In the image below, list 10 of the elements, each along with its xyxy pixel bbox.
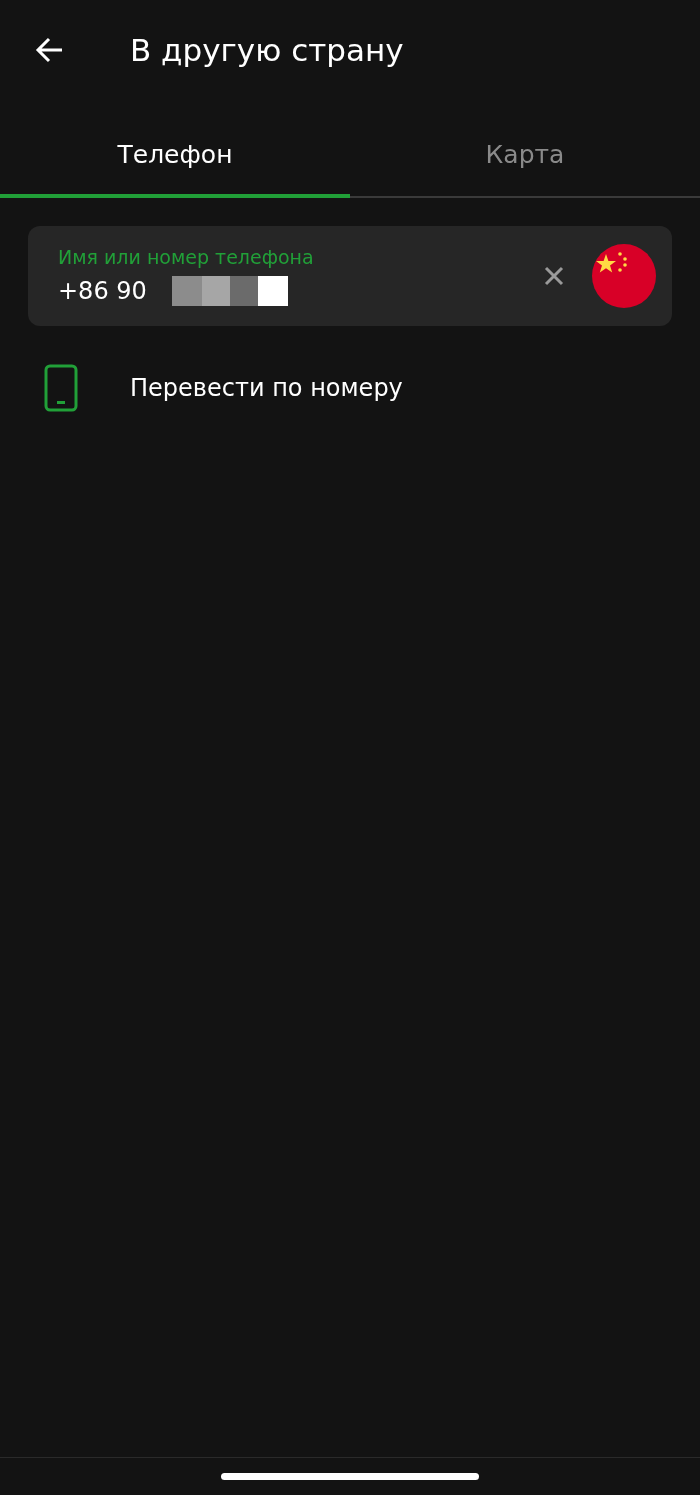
screen-title: В другую страну xyxy=(130,32,404,68)
field-label: Имя или номер телефона xyxy=(58,246,315,268)
flag-icon xyxy=(592,244,656,308)
phone-icon xyxy=(44,364,78,412)
transfer-by-number-item[interactable]: Перевести по номеру xyxy=(130,374,403,402)
recipient-field[interactable]: Имя или номер телефона +86 90 xyxy=(28,226,672,326)
clear-button[interactable] xyxy=(542,264,566,288)
tab[interactable]: Карта xyxy=(350,114,700,198)
tab[interactable]: Телефон xyxy=(0,114,350,198)
phone-input[interactable]: +86 90 xyxy=(58,277,158,305)
